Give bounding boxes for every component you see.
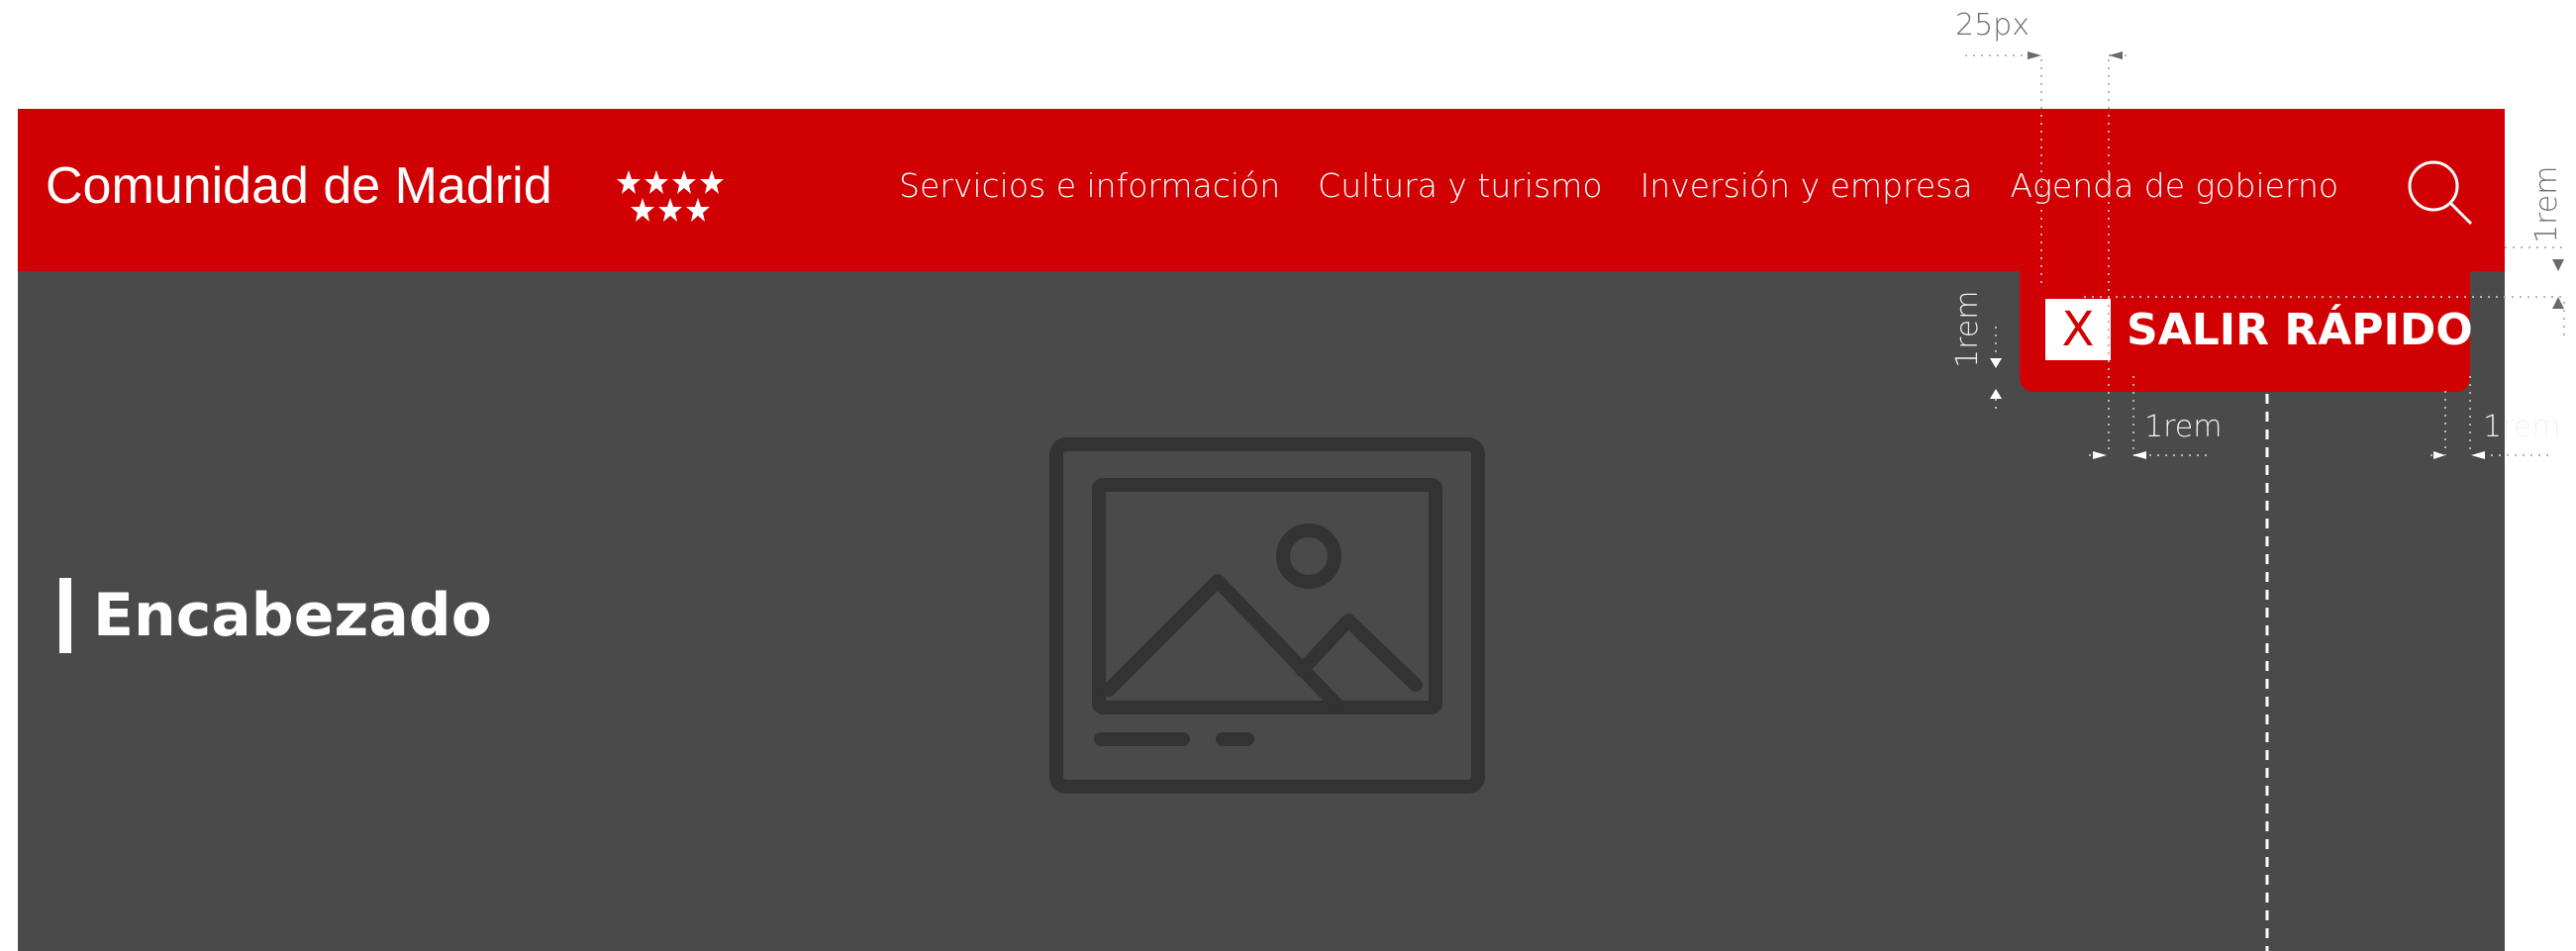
quick-exit-button[interactable]: X SALIR RÁPIDO xyxy=(2020,271,2473,392)
image-placeholder-icon xyxy=(1049,437,1485,794)
annotation-inner-padding-right: 1rem xyxy=(2483,410,2561,444)
annotation-right-offset: 1rem xyxy=(2529,165,2564,243)
nav-item-cultura[interactable]: Cultura y turismo xyxy=(1318,166,1602,216)
madrid-stars-icon xyxy=(617,170,724,222)
close-icon: X xyxy=(2045,299,2111,360)
nav-item-servicios[interactable]: Servicios e información xyxy=(899,166,1280,216)
quick-exit-label: SALIR RÁPIDO xyxy=(2127,305,2473,355)
annotation-top-gap: 25px xyxy=(1955,8,2030,43)
site-header: Comunidad de Madrid Servicios e informac… xyxy=(18,109,2505,271)
nav-item-agenda[interactable]: Agenda de gobierno xyxy=(2011,166,2339,216)
search-icon[interactable] xyxy=(2406,158,2475,228)
nav-item-inversion[interactable]: Inversión y empresa xyxy=(1640,166,1973,216)
logo-text[interactable]: Comunidad de Madrid xyxy=(46,156,552,216)
annotation-inner-padding-left: 1rem xyxy=(2144,410,2223,444)
annotation-left-offset: 1rem xyxy=(1950,290,1985,368)
main-nav: Servicios e información Cultura y turism… xyxy=(899,166,2338,216)
hero-heading: Encabezado xyxy=(59,578,492,653)
